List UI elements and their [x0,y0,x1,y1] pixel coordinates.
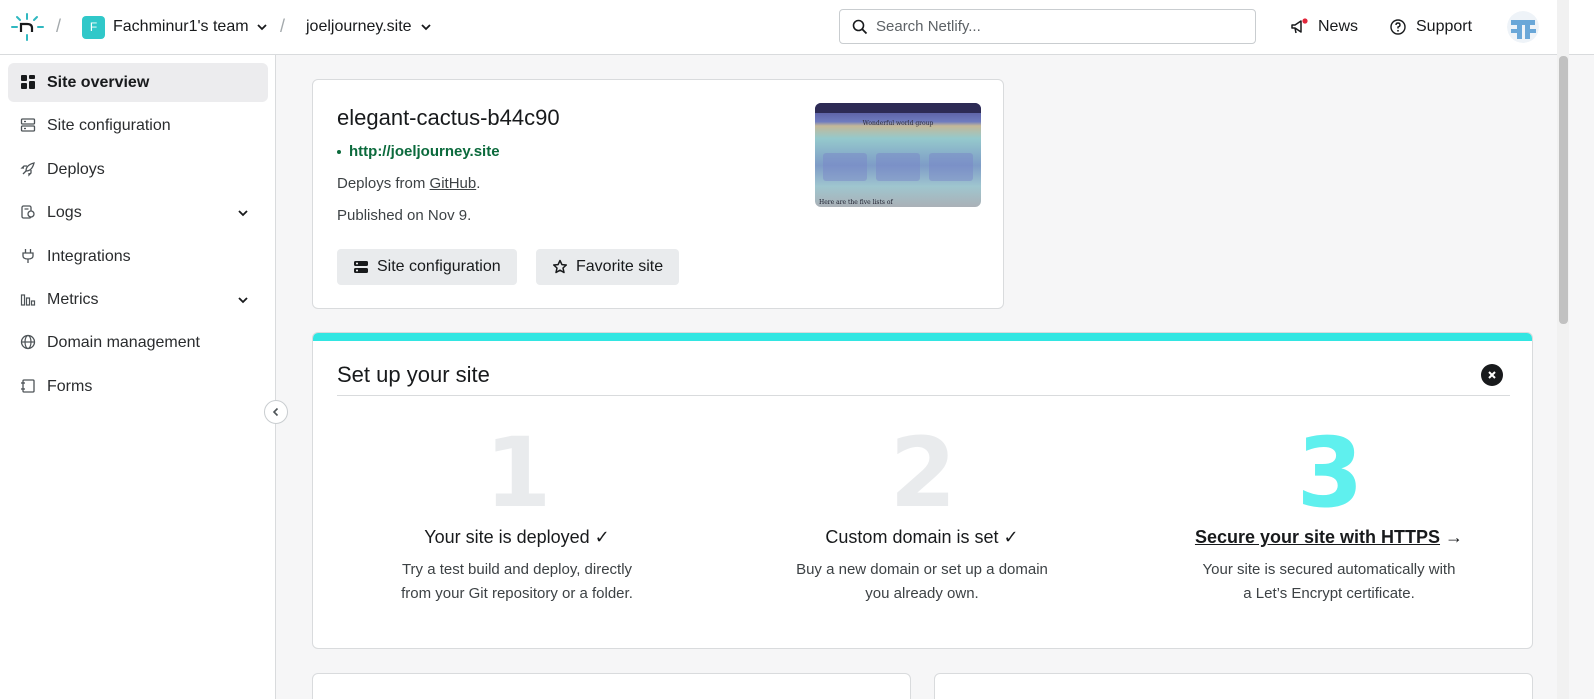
status-dot [337,149,341,154]
step-number: 3 [1296,417,1364,529]
user-avatar[interactable] [1507,11,1539,43]
thumbnail-column [929,153,973,181]
globe-icon [20,334,36,350]
sidebar-item-label: Deploys [47,160,105,178]
setup-card: Set up your site 1 Your site is deployed… [312,332,1533,649]
forms-icon [21,379,35,393]
deploys-from-text: Deploys from GitHub. [337,175,480,192]
chevron-down-icon [420,24,431,31]
sidebar-item-integrations[interactable]: Integrations [8,237,268,276]
chevron-down-icon [238,297,248,304]
step-description: Your site is secured automatically with … [1202,561,1456,602]
site-url-link[interactable]: http://joeljourney.site [337,143,500,160]
favorite-site-button[interactable]: Favorite site [536,249,680,285]
dismiss-setup-button[interactable] [1481,364,1503,386]
question-circle-icon [1390,19,1406,35]
team-avatar: F [82,15,105,39]
site-configuration-button[interactable]: Site configuration [337,249,517,285]
site-name-heading: elegant-cactus-b44c90 [337,105,560,130]
thumbnail-column [823,153,867,181]
chevron-left-icon [272,407,279,417]
sidebar-item-logs[interactable]: Logs [8,193,268,232]
sidebar-item-label: Integrations [47,247,131,265]
grid-icon [21,75,35,89]
step-description: Try a test build and deploy, directly fr… [401,561,633,602]
chevron-down-icon [238,210,248,217]
sidebar: Site overview Site configuration Deploys… [0,55,276,699]
chevron-down-icon [256,24,267,31]
sidebar-item-forms[interactable]: Forms [8,367,268,406]
search-box[interactable] [839,9,1256,44]
setup-step-3: 3 Secure your site with HTTPS → Your sit… [1169,423,1489,606]
favorite-site-button-label: Favorite site [576,258,664,275]
news-link[interactable]: News [1290,15,1358,39]
support-link[interactable]: Support [1390,15,1472,39]
plug-icon [22,249,34,263]
megaphone-icon [1291,18,1308,34]
github-link[interactable]: GitHub [430,175,477,192]
sidebar-item-label: Metrics [47,290,99,308]
divider [337,395,1510,396]
sidebar-item-label: Forms [47,377,93,395]
bottom-card-right [934,673,1533,699]
site-url-text: http://joeljourney.site [349,143,500,160]
published-text: Published on Nov 9. [337,207,472,224]
sidebar-item-label: Site overview [47,73,150,91]
step-number: 1 [484,417,552,529]
sidebar-item-label: Logs [47,203,82,221]
deploys-suffix: . [476,175,481,192]
netlify-logo-icon[interactable] [11,13,44,41]
search-input[interactable] [876,18,1236,35]
sidebar-item-label: Site configuration [47,116,171,134]
support-label: Support [1416,18,1473,35]
user-avatar-image-icon [1507,11,1539,43]
bottom-card-left [312,673,911,699]
scrollbar-thumb[interactable] [1559,56,1568,324]
secure-https-link[interactable]: Secure your site with HTTPS → [1169,527,1489,548]
thumbnail-footer: Here are the five lists of [819,199,893,206]
site-crumb-name: joeljourney.site [306,18,412,35]
sidebar-item-deploys[interactable]: Deploys [8,150,268,189]
sidebar-item-domain-management[interactable]: Domain management [8,323,268,362]
top-bar: / F Fachminur1's team / joeljourney.site… [0,0,1594,55]
site-configuration-button-label: Site configuration [377,258,501,275]
bar-chart-icon [20,294,36,306]
step-heading: Your site is deployed ✓ [424,527,610,547]
step-heading: Secure your site with HTTPS [1194,527,1441,547]
setup-title: Set up your site [337,362,490,387]
breadcrumb-separator: / [56,16,62,36]
news-label: News [1318,18,1359,35]
thumbnail-column [876,153,920,181]
site-preview-thumbnail[interactable]: Wonderful world group Here are the five … [815,103,981,207]
search-icon [852,19,868,34]
sidebar-item-site-overview[interactable]: Site overview [8,63,268,102]
team-switcher[interactable]: F Fachminur1's team [82,15,267,39]
close-icon [1488,371,1496,379]
step-heading: Custom domain is set ✓ [825,527,1019,547]
site-info-card: elegant-cactus-b44c90 http://joeljourney… [312,79,1004,309]
server-icon [20,118,36,132]
collapse-sidebar-button[interactable] [264,400,288,424]
thumbnail-navbar [815,103,981,113]
server-icon [354,261,368,273]
thumbnail-title: Wonderful world group [862,120,934,127]
sidebar-item-site-configuration[interactable]: Site configuration [8,106,268,145]
arrow-right-icon: → [1440,527,1464,547]
logs-icon [21,205,35,219]
setup-accent-bar [313,333,1532,341]
step-description: Buy a new domain or set up a domain you … [796,561,1048,602]
site-switcher[interactable]: joeljourney.site [306,15,431,39]
setup-step-2: 2 Custom domain is set ✓ Buy a new domai… [762,423,1082,606]
team-name: Fachminur1's team [113,18,249,35]
rocket-icon [20,162,35,177]
sidebar-item-label: Domain management [47,333,200,351]
breadcrumb-separator: / [280,16,286,36]
setup-step-1: 1 Your site is deployed ✓ Try a test bui… [357,423,677,606]
sidebar-item-metrics[interactable]: Metrics [8,280,268,319]
step-number: 2 [889,417,957,529]
deploys-prefix: Deploys from [337,175,430,192]
star-icon [552,259,568,274]
